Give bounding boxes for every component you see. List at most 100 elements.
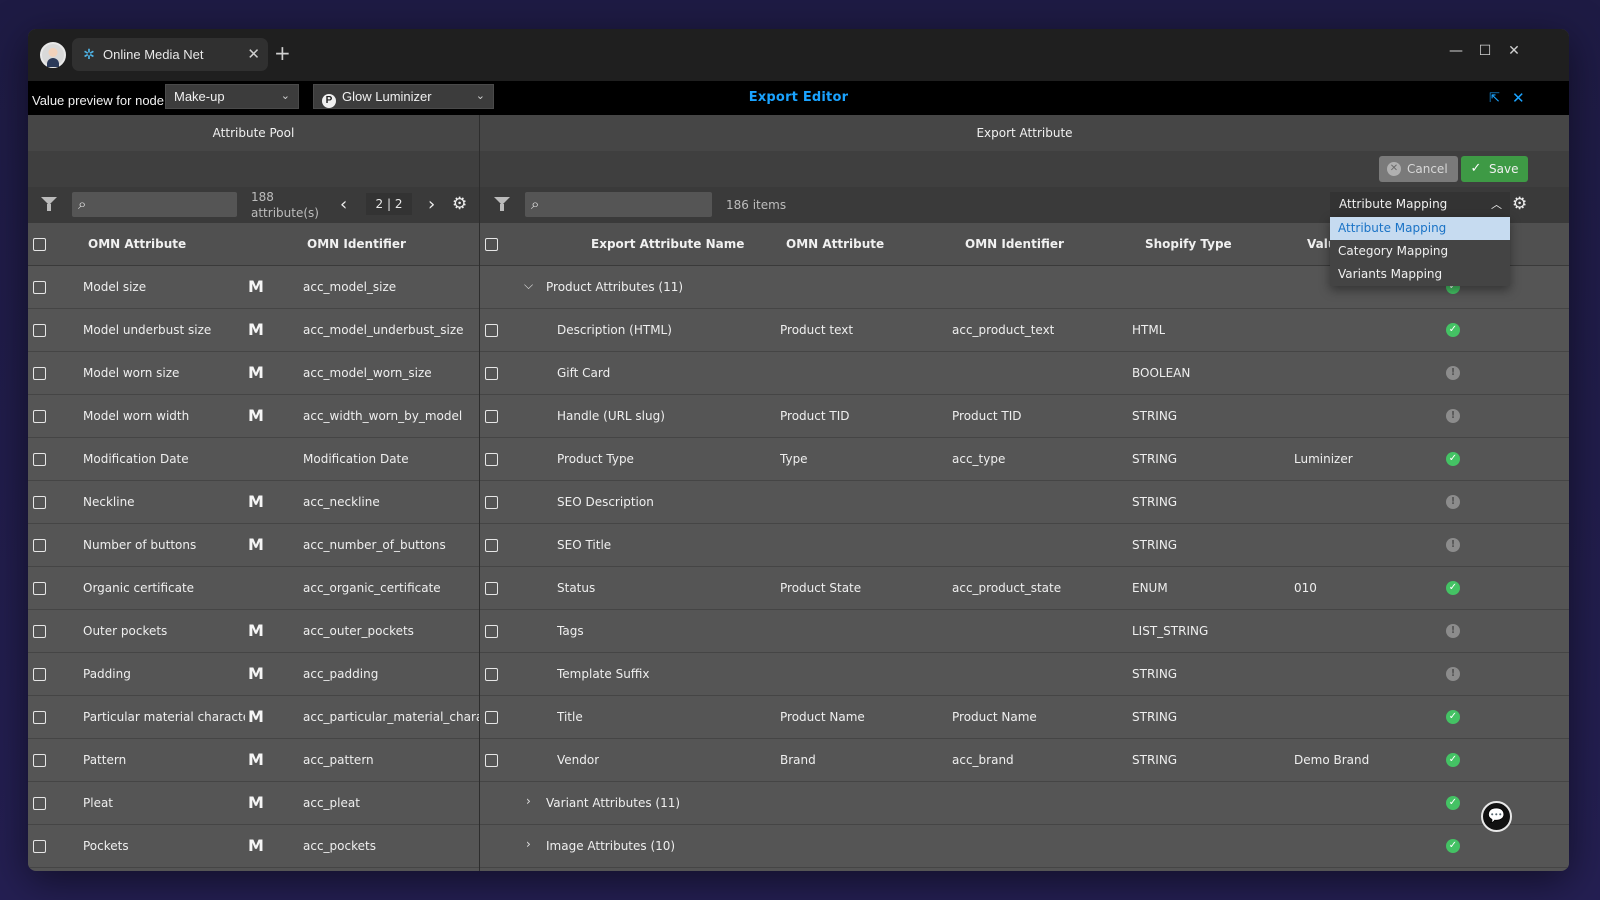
- chevron-right-icon[interactable]: ›: [526, 837, 531, 851]
- table-row[interactable]: Handle (URL slug) Product TID Product TID S…: [480, 395, 1569, 438]
- table-row[interactable]: Pleat Macc_pleat: [28, 782, 479, 825]
- status-ok-icon: ✓: [1446, 796, 1460, 810]
- table-row[interactable]: Model underbust size Macc_model_underbust…: [28, 309, 479, 352]
- external-link-icon[interactable]: ⇱: [1489, 91, 1500, 106]
- value-preview-label: Value preview for node: [32, 93, 165, 108]
- row-checkbox[interactable]: [33, 754, 46, 767]
- table-row[interactable]: SEO Title STRING!: [480, 524, 1569, 567]
- mapping-option-attribute[interactable]: Attribute Mapping: [1330, 217, 1510, 240]
- row-checkbox[interactable]: [33, 625, 46, 638]
- right-search[interactable]: ⌕: [525, 192, 712, 217]
- next-page-button[interactable]: ›: [428, 194, 435, 215]
- table-row[interactable]: Model worn width Macc_width_worn_by_model: [28, 395, 479, 438]
- table-row[interactable]: Organic certificate acc_organic_certifica…: [28, 567, 479, 610]
- table-row[interactable]: Product Type Type acc_type STRING Luminizer ✓: [480, 438, 1569, 481]
- table-row[interactable]: Template Suffix STRING!: [480, 653, 1569, 696]
- product-select[interactable]: P Glow Luminizer ⌄: [313, 84, 494, 109]
- group-row-variant[interactable]: › Variant Attributes (11) ✓: [480, 782, 1569, 825]
- mapping-option-variants[interactable]: Variants Mapping: [1330, 263, 1510, 286]
- table-row[interactable]: Modification Date Modification Date: [28, 438, 479, 481]
- row-checkbox[interactable]: [33, 410, 46, 423]
- row-checkbox[interactable]: [485, 539, 498, 552]
- row-checkbox[interactable]: [33, 324, 46, 337]
- row-checkbox[interactable]: [485, 367, 498, 380]
- maximize-button[interactable]: ☐: [1475, 43, 1495, 59]
- table-row[interactable]: Model worn size Macc_model_worn_size: [28, 352, 479, 395]
- tab-close-icon[interactable]: ✕: [247, 45, 260, 63]
- table-row[interactable]: Outer pockets Macc_outer_pockets: [28, 610, 479, 653]
- col-omn-attribute[interactable]: OMN Attribute: [786, 237, 884, 251]
- new-tab-button[interactable]: +: [274, 42, 291, 64]
- filter-icon[interactable]: [494, 197, 510, 211]
- prev-page-button[interactable]: ‹: [340, 194, 347, 215]
- table-row[interactable]: SEO Description STRING!: [480, 481, 1569, 524]
- profile-avatar[interactable]: [40, 42, 66, 68]
- col-omn-attribute[interactable]: OMN Attribute: [88, 237, 186, 251]
- col-export-attribute-name[interactable]: Export Attribute Name: [591, 237, 744, 251]
- table-row[interactable]: Vendor Brand acc_brand STRING Demo Brand ✓: [480, 739, 1569, 782]
- group-row-image[interactable]: › Image Attributes (10) ✓: [480, 825, 1569, 868]
- row-checkbox[interactable]: [33, 367, 46, 380]
- right-search-input[interactable]: [551, 192, 708, 217]
- row-checkbox[interactable]: [33, 453, 46, 466]
- select-all-checkbox[interactable]: [485, 238, 498, 251]
- node-select[interactable]: Make-up ⌄: [165, 84, 299, 109]
- row-checkbox[interactable]: [485, 453, 498, 466]
- table-row[interactable]: Number of buttons Macc_number_of_buttons: [28, 524, 479, 567]
- table-row[interactable]: Title Product Name Product Name STRING ✓: [480, 696, 1569, 739]
- table-row[interactable]: Gift Card BOOLEAN!: [480, 352, 1569, 395]
- row-checkbox[interactable]: [485, 668, 498, 681]
- minimize-button[interactable]: —: [1446, 43, 1466, 59]
- row-checkbox[interactable]: [485, 754, 498, 767]
- select-all-checkbox[interactable]: [33, 238, 46, 251]
- chevron-right-icon[interactable]: ›: [526, 794, 531, 808]
- page-indicator[interactable]: 2 | 2: [366, 193, 412, 215]
- row-checkbox[interactable]: [485, 324, 498, 337]
- col-omn-identifier[interactable]: OMN Identifier: [965, 237, 1064, 251]
- save-button[interactable]: ✓ Save: [1461, 156, 1529, 182]
- table-row[interactable]: Pattern Macc_pattern: [28, 739, 479, 782]
- row-checkbox[interactable]: [33, 711, 46, 724]
- mapping-select[interactable]: Attribute Mapping ︿: [1330, 192, 1510, 217]
- col-omn-identifier[interactable]: OMN Identifier: [307, 237, 406, 251]
- table-row[interactable]: Neckline Macc_neckline: [28, 481, 479, 524]
- row-checkbox[interactable]: [485, 582, 498, 595]
- row-checkbox[interactable]: [33, 582, 46, 595]
- row-checkbox[interactable]: [33, 797, 46, 810]
- attribute-identifier: acc_number_of_buttons: [303, 538, 446, 552]
- table-row[interactable]: Pockets Macc_pockets: [28, 825, 479, 868]
- attribute-name: Model worn size: [83, 366, 180, 380]
- cancel-button[interactable]: ✕ Cancel: [1379, 156, 1458, 182]
- gear-icon[interactable]: ⚙: [1512, 194, 1527, 214]
- row-checkbox[interactable]: [485, 625, 498, 638]
- row-checkbox[interactable]: [33, 668, 46, 681]
- table-row[interactable]: Particular material characte... Macc_part…: [28, 696, 479, 739]
- row-checkbox[interactable]: [485, 410, 498, 423]
- chevron-down-icon[interactable]: ⌵: [524, 278, 533, 293]
- mapping-option-category[interactable]: Category Mapping: [1330, 240, 1510, 263]
- table-row[interactable]: Model size Macc_model_size: [28, 266, 479, 309]
- left-search-input[interactable]: [98, 192, 233, 217]
- close-editor-icon[interactable]: ✕: [1512, 89, 1525, 107]
- close-window-button[interactable]: ✕: [1504, 43, 1524, 59]
- left-search[interactable]: ⌕: [72, 192, 237, 217]
- table-row[interactable]: Status Product State acc_product_state ENUM…: [480, 567, 1569, 610]
- shopify-type: LIST_STRING: [1132, 624, 1209, 638]
- row-checkbox[interactable]: [33, 281, 46, 294]
- row-checkbox[interactable]: [485, 711, 498, 724]
- shopify-type: ENUM: [1132, 581, 1168, 595]
- table-row[interactable]: Description (HTML) Product text acc_produc…: [480, 309, 1569, 352]
- table-row[interactable]: Padding Macc_padding: [28, 653, 479, 696]
- row-checkbox[interactable]: [33, 496, 46, 509]
- row-checkbox[interactable]: [33, 539, 46, 552]
- row-checkbox[interactable]: [33, 840, 46, 853]
- table-row[interactable]: Tags LIST_STRING!: [480, 610, 1569, 653]
- row-checkbox[interactable]: [485, 496, 498, 509]
- browser-tab[interactable]: ✲ Online Media Net ✕: [72, 38, 268, 71]
- value: 010: [1294, 581, 1317, 595]
- export-name: Gift Card: [557, 366, 611, 380]
- chat-icon[interactable]: 💬: [1481, 801, 1512, 832]
- gear-icon[interactable]: ⚙: [452, 194, 467, 214]
- filter-icon[interactable]: [41, 197, 57, 211]
- col-shopify-type[interactable]: Shopify Type: [1145, 237, 1232, 251]
